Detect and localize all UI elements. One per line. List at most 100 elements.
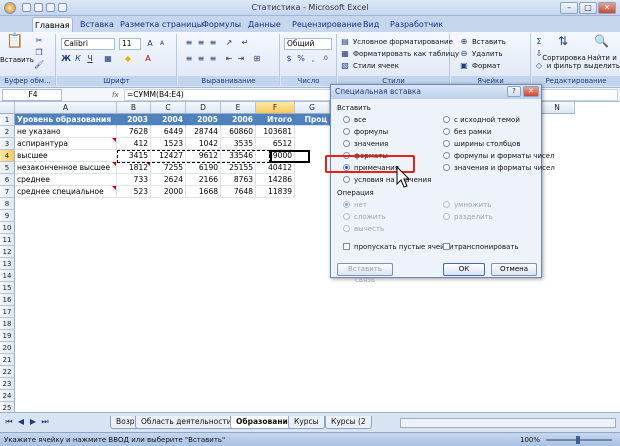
tab-developer[interactable]: Разработчик	[388, 17, 445, 32]
outdent-icon[interactable]: ⇥	[236, 54, 246, 64]
table-cell[interactable]: 25155	[221, 162, 256, 174]
table-cell[interactable]: 40412	[256, 162, 295, 174]
paste-radio[interactable]	[443, 116, 450, 123]
table-cell[interactable]: не указано	[15, 126, 117, 138]
row-header-4[interactable]: 4	[0, 150, 15, 162]
sort-filter-button[interactable]: Сортировка и фильтр	[542, 54, 586, 70]
row-header-7[interactable]: 7	[0, 186, 15, 198]
format-table-button[interactable]: Форматировать как таблицу	[352, 48, 460, 60]
row-header-15[interactable]: 15	[0, 282, 15, 294]
cell-styles-button[interactable]: Стили ячеек	[352, 60, 400, 72]
table-cell[interactable]: 2000	[151, 186, 186, 198]
table-cell[interactable]: незаконченное высшее	[15, 162, 117, 174]
operation-radio[interactable]	[343, 213, 350, 220]
find-icon[interactable]: 🔍	[594, 35, 609, 50]
tab-home[interactable]: Главная	[32, 17, 73, 32]
row-header-13[interactable]: 13	[0, 258, 15, 270]
row-header-17[interactable]: 17	[0, 306, 15, 318]
table-cell[interactable]: 14286	[256, 174, 295, 186]
number-format-box[interactable]: Общий	[284, 38, 332, 50]
ok-button[interactable]: ОК	[443, 263, 485, 276]
align-bottom-icon[interactable]: ≡	[208, 38, 218, 48]
row-header-5[interactable]: 5	[0, 162, 15, 174]
paste-radio[interactable]	[343, 116, 350, 123]
format-painter-icon[interactable]: 🖌	[34, 60, 44, 70]
row-header-10[interactable]: 10	[0, 222, 15, 234]
row-header-3[interactable]: 3	[0, 138, 15, 150]
paste-radio[interactable]	[343, 140, 350, 147]
skip-blanks-checkbox[interactable]	[343, 243, 350, 250]
conditional-format-button[interactable]: Условное форматирование	[352, 36, 454, 48]
tab-formulas[interactable]: Формулы	[200, 17, 243, 32]
next-sheet-icon[interactable]: ▶	[28, 417, 38, 427]
table-cell[interactable]: 1668	[186, 186, 221, 198]
paste-icon[interactable]: 📋	[6, 34, 23, 54]
paste-button[interactable]: Вставить	[0, 56, 34, 64]
first-sheet-icon[interactable]: ⏮	[4, 417, 14, 427]
row-header-2[interactable]: 2	[0, 126, 15, 138]
name-box[interactable]: F4	[2, 89, 62, 101]
paste-radio[interactable]	[443, 164, 450, 171]
sheet-tab-kursy[interactable]: Курсы	[288, 416, 325, 429]
row-header-9[interactable]: 9	[0, 210, 15, 222]
selected-cell-f4[interactable]	[270, 150, 310, 163]
dialog-help-button[interactable]: ?	[507, 86, 521, 97]
table-cell[interactable]: 412	[117, 138, 151, 150]
column-header-E[interactable]: E	[221, 102, 256, 114]
table-cell[interactable]: 6190	[186, 162, 221, 174]
dialog-close-button[interactable]: ✕	[523, 86, 539, 97]
column-header-N[interactable]: N	[540, 102, 575, 114]
align-right-icon[interactable]: ≡	[208, 54, 218, 64]
table-cell[interactable]: 523	[117, 186, 151, 198]
table-cell[interactable]: 3535	[221, 138, 256, 150]
table-cell[interactable]: высшее	[15, 150, 117, 162]
paste-radio[interactable]	[443, 140, 450, 147]
table-header-cell[interactable]: Проц	[295, 114, 330, 126]
table-cell[interactable]: 7255	[151, 162, 186, 174]
table-cell[interactable]: 6449	[151, 126, 186, 138]
minimize-button[interactable]: –	[560, 2, 578, 14]
italic-icon[interactable]: К	[73, 54, 83, 64]
column-header-G[interactable]: G	[295, 102, 330, 114]
format-cells-button[interactable]: Формат	[471, 60, 501, 72]
table-cell[interactable]: среднее	[15, 174, 117, 186]
paste-radio[interactable]	[343, 176, 350, 183]
row-header-21[interactable]: 21	[0, 354, 15, 366]
table-cell[interactable]: 8763	[221, 174, 256, 186]
prev-sheet-icon[interactable]: ◀	[16, 417, 26, 427]
borders-icon[interactable]: ▦	[103, 54, 113, 64]
transpose-checkbox[interactable]	[443, 243, 450, 250]
fx-icon[interactable]: fx	[112, 91, 119, 99]
bold-icon[interactable]: Ж	[61, 54, 71, 64]
find-select-button[interactable]: Найти и выделить	[584, 54, 620, 70]
fill-color-icon[interactable]: ◆	[123, 54, 133, 64]
operation-radio[interactable]	[443, 201, 450, 208]
table-cell[interactable]: 1523	[151, 138, 186, 150]
horizontal-scrollbar[interactable]	[400, 418, 616, 428]
currency-icon[interactable]: $	[284, 54, 294, 64]
sort-filter-icon[interactable]: ⇅	[556, 35, 570, 50]
table-cell[interactable]: 7628	[117, 126, 151, 138]
comma-icon[interactable]: ,	[308, 54, 318, 64]
indent-icon[interactable]: ⇤	[224, 54, 234, 64]
table-cell[interactable]: 103681	[256, 126, 295, 138]
table-cell[interactable]: 60860	[221, 126, 256, 138]
font-size-box[interactable]: 11	[119, 38, 141, 50]
table-cell[interactable]: 1042	[186, 138, 221, 150]
zoom-slider-thumb[interactable]	[576, 436, 580, 444]
table-cell[interactable]: 733	[117, 174, 151, 186]
table-cell[interactable]: среднее специальное	[15, 186, 117, 198]
column-header-F[interactable]: F	[256, 102, 295, 114]
table-cell[interactable]: аспирантура	[15, 138, 117, 150]
cancel-button[interactable]: Отмена	[491, 263, 537, 276]
paste-radio[interactable]	[443, 152, 450, 159]
row-header-8[interactable]: 8	[0, 198, 15, 210]
table-cell[interactable]: 28744	[186, 126, 221, 138]
tab-page-layout[interactable]: Разметка страницы	[118, 17, 205, 32]
table-header-cell[interactable]: Уровень образования	[15, 114, 117, 126]
row-header-14[interactable]: 14	[0, 270, 15, 282]
grow-font-icon[interactable]: A	[145, 39, 155, 49]
paste-radio[interactable]	[443, 128, 450, 135]
insert-cells-button[interactable]: Вставить	[471, 36, 507, 48]
row-header-6[interactable]: 6	[0, 174, 15, 186]
